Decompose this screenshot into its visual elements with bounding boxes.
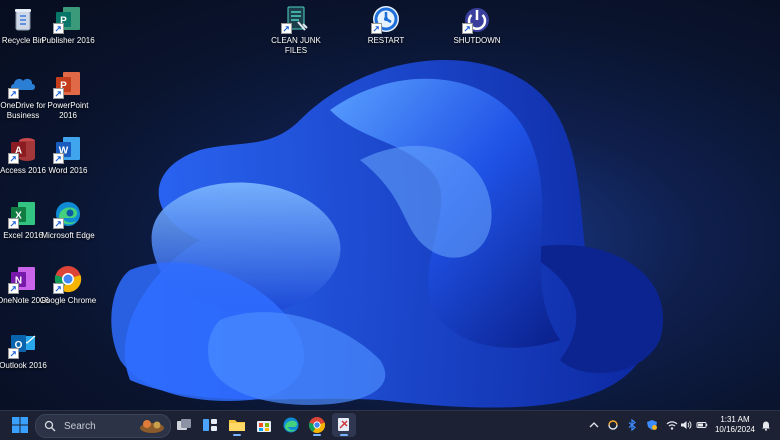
access-icon: A	[8, 134, 38, 164]
show-hidden-icons-button[interactable]	[586, 416, 602, 434]
chrome-icon	[308, 417, 326, 434]
google-chrome-shortcut[interactable]: Google Chrome	[39, 264, 97, 306]
icon-label: SHUTDOWN	[453, 36, 501, 45]
widgets-icon	[203, 419, 217, 431]
shortcut-arrow-icon	[8, 153, 19, 164]
shortcut-arrow-icon	[281, 23, 292, 34]
icon-label: Outlook 2016	[0, 361, 47, 370]
powerpoint-icon: P	[53, 69, 83, 99]
shortcut-arrow-icon	[371, 23, 382, 34]
icon-label: Word 2016	[48, 166, 88, 175]
icon-label: RESTART	[367, 36, 405, 45]
shortcut-arrow-icon	[53, 283, 64, 294]
microsoft-edge-shortcut[interactable]: Microsoft Edge	[39, 199, 97, 241]
edge-taskbar-button[interactable]	[279, 413, 303, 437]
clean-junk-files-shortcut[interactable]: CLEAN JUNK FILES	[267, 4, 325, 56]
taskbar-clock[interactable]: 1:31 AM 10/16/2024	[712, 415, 758, 435]
taskbar: 1:31 AM 10/16/2024	[0, 410, 780, 440]
battery-button[interactable]	[694, 416, 710, 434]
shortcut-arrow-icon	[462, 23, 473, 34]
restart-icon	[371, 4, 401, 34]
recycle-bin-icon	[8, 4, 38, 34]
icon-label: Microsoft Edge	[41, 231, 95, 240]
start-button[interactable]	[8, 413, 32, 437]
excel-icon: X	[8, 199, 38, 229]
power-icon	[462, 4, 492, 34]
shortcut-arrow-icon	[8, 88, 19, 99]
onenote-icon: N	[8, 264, 38, 294]
taskbar-search-box[interactable]	[35, 414, 171, 438]
sync-icon	[608, 420, 618, 430]
shutdown-shortcut[interactable]: SHUTDOWN	[448, 4, 506, 46]
widgets-button[interactable]	[198, 413, 222, 437]
bell-icon	[762, 421, 770, 431]
shortcut-arrow-icon	[53, 88, 64, 99]
windows-logo-icon	[12, 417, 28, 433]
bluetooth-button[interactable]	[624, 416, 640, 434]
powerpoint-shortcut[interactable]: P PowerPoint 2016	[39, 69, 97, 121]
microsoft-store-button[interactable]	[252, 413, 276, 437]
speaker-icon	[681, 421, 692, 429]
shortcut-arrow-icon	[53, 218, 64, 229]
wifi-icon	[666, 421, 678, 430]
clock-date: 10/16/2024	[714, 425, 756, 434]
tray-app-button[interactable]	[605, 416, 621, 434]
notifications-button[interactable]	[758, 416, 774, 434]
clean-junk-files-icon	[281, 4, 311, 34]
icon-label: CLEAN JUNK FILES	[271, 36, 321, 55]
word-shortcut[interactable]: W Word 2016	[39, 134, 97, 176]
chrome-icon	[53, 264, 83, 294]
search-icon	[44, 420, 56, 432]
folder-icon	[229, 420, 245, 431]
edge-icon	[53, 199, 83, 229]
clock-time: 1:31 AM	[720, 415, 750, 424]
tray-app-button[interactable]	[644, 416, 660, 434]
shield-icon	[647, 420, 657, 430]
chevron-up-icon	[589, 422, 599, 428]
icon-label: Google Chrome	[39, 296, 97, 305]
icon-label: Publisher 2016	[41, 36, 95, 45]
word-icon: W	[53, 134, 83, 164]
file-explorer-button[interactable]	[225, 413, 249, 437]
icon-label: PowerPoint 2016	[47, 101, 89, 120]
publisher-shortcut[interactable]: P Publisher 2016	[39, 4, 97, 46]
outlook-shortcut[interactable]: O Outlook 2016	[0, 329, 52, 371]
outlook-icon: O	[8, 329, 38, 359]
volume-button[interactable]	[678, 416, 694, 434]
publisher-icon: P	[53, 4, 83, 34]
shortcut-arrow-icon	[8, 348, 19, 359]
task-view-button[interactable]	[172, 413, 196, 437]
shortcut-arrow-icon	[53, 23, 64, 34]
restart-shortcut[interactable]: RESTART	[357, 4, 415, 46]
task-view-icon	[177, 419, 191, 430]
chrome-taskbar-button[interactable]	[305, 413, 329, 437]
edge-icon	[283, 417, 299, 433]
shortcut-arrow-icon	[8, 283, 19, 294]
shortcut-arrow-icon	[8, 218, 19, 229]
bluetooth-icon	[628, 419, 636, 431]
shortcut-arrow-icon	[53, 153, 64, 164]
snipping-tool-button[interactable]	[332, 413, 356, 437]
snipping-tool-icon	[338, 418, 349, 431]
wallpaper-bloom	[111, 60, 664, 408]
store-icon	[257, 421, 271, 432]
search-highlight-icon	[138, 417, 166, 434]
search-input[interactable]	[62, 419, 136, 433]
onedrive-icon	[8, 69, 38, 99]
battery-icon	[696, 422, 708, 428]
